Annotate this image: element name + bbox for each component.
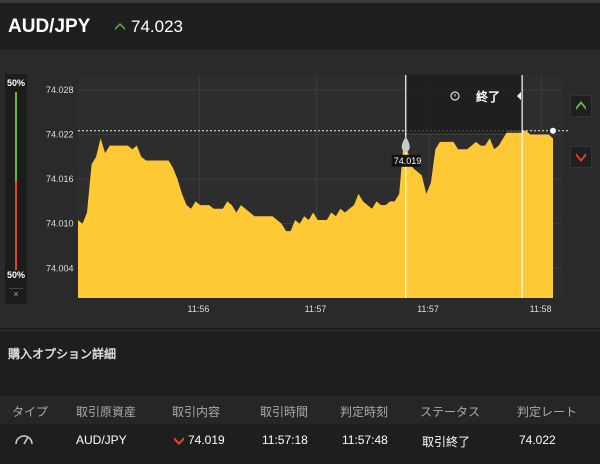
low-button[interactable]	[570, 146, 592, 168]
current-rate: 74.023	[131, 17, 183, 36]
th-trade-time: 取引時間	[260, 405, 309, 419]
current-rate-dot	[550, 127, 556, 134]
th-judge-rate: 判定レート	[517, 405, 578, 419]
chevron-up-icon	[115, 23, 125, 30]
row-judge-time: 11:57:48	[342, 433, 388, 447]
chevron-up-icon	[576, 101, 586, 110]
x-tick-label: 11:58	[530, 304, 552, 314]
x-tick-label: 11:57	[417, 304, 439, 314]
gauge-icon	[15, 435, 33, 445]
y-tick-label: 74.016	[46, 174, 74, 184]
y-tick-label: 74.004	[46, 263, 74, 273]
header: AUD/JPY 74.023	[0, 0, 600, 50]
entry-label: 74.019	[394, 156, 422, 166]
currency-pair: AUD/JPY	[8, 16, 91, 37]
th-asset: 取引原資産	[76, 405, 137, 419]
x-tick-label: 11:57	[305, 304, 327, 314]
y-tick-label: 74.010	[46, 219, 74, 229]
th-content: 取引内容	[172, 405, 221, 419]
row-status: 取引終了	[422, 435, 471, 449]
chevron-down-icon	[576, 153, 586, 162]
row-asset: AUD/JPY	[76, 433, 127, 447]
y-tick-label: 74.022	[46, 129, 74, 139]
purchase-option-detail-header: 購入オプション詳細	[0, 330, 600, 372]
high-button[interactable]	[570, 95, 592, 117]
table-header: タイプ 取引原資産 取引内容 取引時間 判定時刻 ステータス 判定レート	[0, 396, 600, 424]
row-content: 74.019	[188, 433, 225, 447]
y-tick-label: 74.028	[46, 85, 74, 95]
row-judge-rate: 74.022	[519, 433, 556, 447]
chart-area[interactable]: 50% 50% × 74.028 74.022 74.016 74.010 74.004…	[0, 50, 600, 328]
th-type: タイプ	[12, 405, 49, 419]
end-label: 終了	[476, 89, 500, 104]
price-chart: 74.028 74.022 74.016 74.010 74.004 11:56 11:57…	[46, 75, 570, 314]
table-row[interactable]: AUD/JPY 74.019 11:57:18 11:57:48 取引終了 74…	[0, 426, 600, 454]
end-overlay-band	[405, 75, 523, 133]
x-tick-label: 11:56	[188, 304, 210, 314]
chevron-down-icon	[174, 437, 184, 445]
section-title: 購入オプション詳細	[8, 347, 117, 361]
row-trade-time: 11:57:18	[262, 433, 308, 447]
th-status: ステータス	[420, 405, 481, 419]
th-judge-time: 判定時刻	[340, 405, 389, 419]
